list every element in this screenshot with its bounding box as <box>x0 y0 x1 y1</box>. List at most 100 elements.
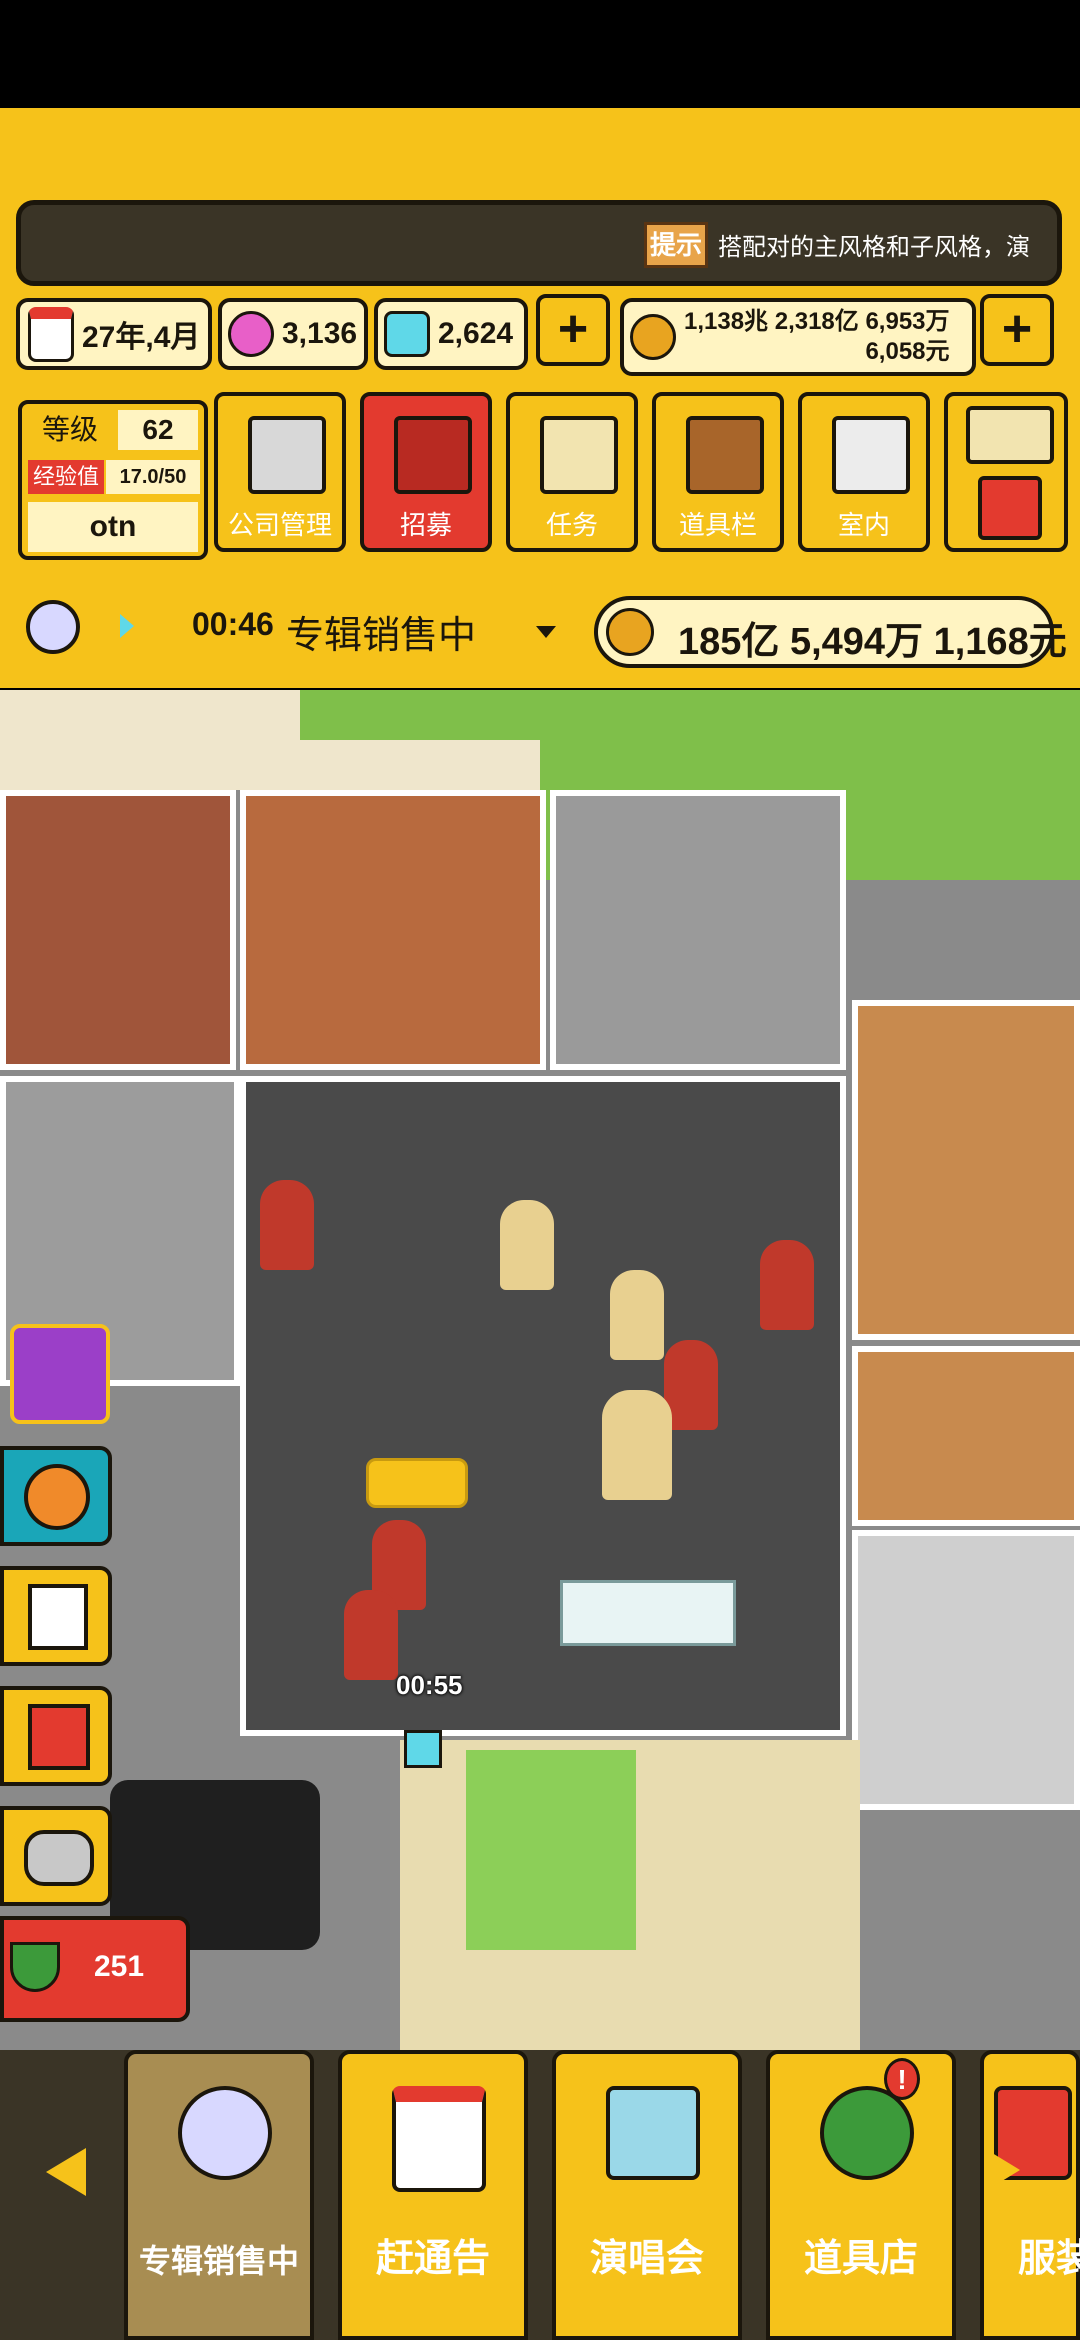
envelope-icon <box>966 406 1054 464</box>
tasks-label: 任务 <box>545 510 598 540</box>
watermelon-count: 251 <box>94 1950 145 1983</box>
company-management-label: 公司管理 <box>227 510 332 540</box>
calendar-icon <box>28 1584 88 1650</box>
idol-character[interactable] <box>760 1240 814 1330</box>
inventory-button[interactable]: 道具栏 <box>652 392 784 552</box>
building-icon <box>248 416 326 494</box>
idol-character[interactable] <box>260 1180 314 1270</box>
room-producer[interactable] <box>0 790 236 1070</box>
tab-schedule-label: 赶通告 <box>375 2238 490 2280</box>
crown-icon <box>10 1324 110 1424</box>
scroll-icon <box>540 416 618 494</box>
level-panel[interactable]: 等级 62 经验值 17.0/50 otn <box>18 400 208 560</box>
level-label: 等级 <box>28 410 112 450</box>
tasks-button[interactable]: 任务 <box>506 392 638 552</box>
crown-event-button[interactable] <box>0 1316 112 1436</box>
paint-roller-icon <box>832 416 910 494</box>
room-lounge[interactable] <box>240 1076 846 1736</box>
interior-label: 室内 <box>837 510 890 540</box>
pink-gem-icon <box>228 311 274 357</box>
hammer-icon <box>978 476 1042 540</box>
coffee-table <box>560 1580 736 1646</box>
tip-badge: 提示 <box>644 222 708 268</box>
add-money-button[interactable]: + <box>980 294 1054 366</box>
coin-icon <box>630 314 676 360</box>
room-studio[interactable] <box>852 1000 1080 1340</box>
gift-icon <box>28 1704 90 1770</box>
level-value: 62 <box>118 410 198 450</box>
player-name: otn <box>28 502 198 552</box>
money-line-1: 1,138兆 2,318亿 6,953万 <box>684 308 950 335</box>
pizza-icon <box>24 1464 90 1530</box>
mail-button[interactable] <box>944 392 1068 552</box>
room-mixing[interactable] <box>852 1530 1080 1810</box>
income-text: 185亿 5,494万 1,168元 <box>678 621 1067 663</box>
idol-character[interactable] <box>664 1340 718 1430</box>
speech-bubble[interactable] <box>366 1458 468 1508</box>
album-status-text: 专辑销售中 <box>286 615 477 657</box>
notification-badge-icon: ! <box>884 2058 920 2100</box>
pink-gem-display: 3,136 <box>218 298 368 370</box>
cd-icon <box>26 600 80 654</box>
company-management-button[interactable]: 公司管理 <box>214 392 346 552</box>
income-display: 185亿 5,494万 1,168元 <box>594 596 1067 668</box>
idol-character[interactable] <box>500 1200 554 1290</box>
tab-clothing[interactable]: 服装 <box>980 2050 1080 2340</box>
recruit-label: 招募 <box>399 510 452 540</box>
idol-character[interactable] <box>610 1270 664 1360</box>
idol-character[interactable] <box>344 1590 398 1680</box>
calendar-icon <box>28 306 74 362</box>
megaphone-icon <box>394 416 472 494</box>
room-photo[interactable] <box>550 790 846 1070</box>
room-styling[interactable] <box>240 790 546 1070</box>
calendar-event-button[interactable] <box>0 1566 112 1666</box>
watermelon-button[interactable]: 251 <box>0 1916 190 2022</box>
dropdown-arrow-icon[interactable] <box>536 626 556 638</box>
tab-album-sales[interactable]: 专辑销售中 <box>124 2050 314 2340</box>
money-display: 1,138兆 2,318亿 6,953万 6,058元 <box>620 298 976 376</box>
scroll-left-arrow-icon[interactable] <box>46 2148 86 2196</box>
blue-gem-icon <box>384 311 430 357</box>
pizza-event-button[interactable] <box>0 1446 112 1546</box>
play-arrow-icon <box>120 614 134 638</box>
scissors-icon <box>24 1830 94 1886</box>
idol-character[interactable] <box>602 1390 672 1500</box>
tab-item-shop[interactable]: ! 道具店 <box>766 2050 956 2340</box>
tip-text: 搭配对的主风格和子风格，演 <box>718 234 1030 261</box>
recruit-button[interactable]: 招募 <box>360 392 492 552</box>
add-gems-button[interactable]: + <box>536 294 610 366</box>
pink-gem-count: 3,136 <box>282 317 358 350</box>
calendar-icon <box>392 2086 486 2192</box>
watermelon-icon <box>10 1942 60 1992</box>
tab-item-shop-label: 道具店 <box>803 2238 918 2280</box>
plant-bed <box>466 1750 636 1950</box>
office-scene[interactable]: 00:55 <box>0 690 1080 2050</box>
tab-schedule[interactable]: 赶通告 <box>338 2050 528 2340</box>
gift-button[interactable] <box>0 1686 112 1786</box>
status-bar <box>0 0 1080 108</box>
tab-concert[interactable]: 演唱会 <box>552 2050 742 2340</box>
interior-button[interactable]: 室内 <box>798 392 930 552</box>
chest-icon <box>686 416 764 494</box>
diamond-icon[interactable] <box>404 1730 442 1768</box>
tab-concert-label: 演唱会 <box>589 2238 704 2280</box>
coin-icon <box>606 608 654 656</box>
scroll-right-arrow-icon[interactable] <box>984 2148 1020 2192</box>
inventory-label: 道具栏 <box>678 510 757 540</box>
cd-icon <box>178 2086 272 2180</box>
album-timer: 00:46 <box>192 606 274 642</box>
grass-patch <box>300 690 540 740</box>
money-line-2: 6,058元 <box>865 338 950 365</box>
rainbow-stage-icon <box>606 2086 700 2180</box>
clover-icon <box>820 2086 914 2180</box>
scissors-button[interactable] <box>0 1806 112 1906</box>
blue-gem-display: 2,624 <box>374 298 528 370</box>
exp-label: 经验值 <box>28 460 104 494</box>
date-display: 27年,4月 <box>16 298 212 370</box>
room-recording[interactable] <box>852 1346 1080 1526</box>
task-timer: 00:55 <box>396 1670 463 1700</box>
date-text: 27年,4月 <box>82 321 201 354</box>
tab-album-sales-label: 专辑销售中 <box>138 2243 299 2279</box>
tab-clothing-label: 服装 <box>1018 2238 1080 2280</box>
blue-gem-count: 2,624 <box>438 317 514 350</box>
